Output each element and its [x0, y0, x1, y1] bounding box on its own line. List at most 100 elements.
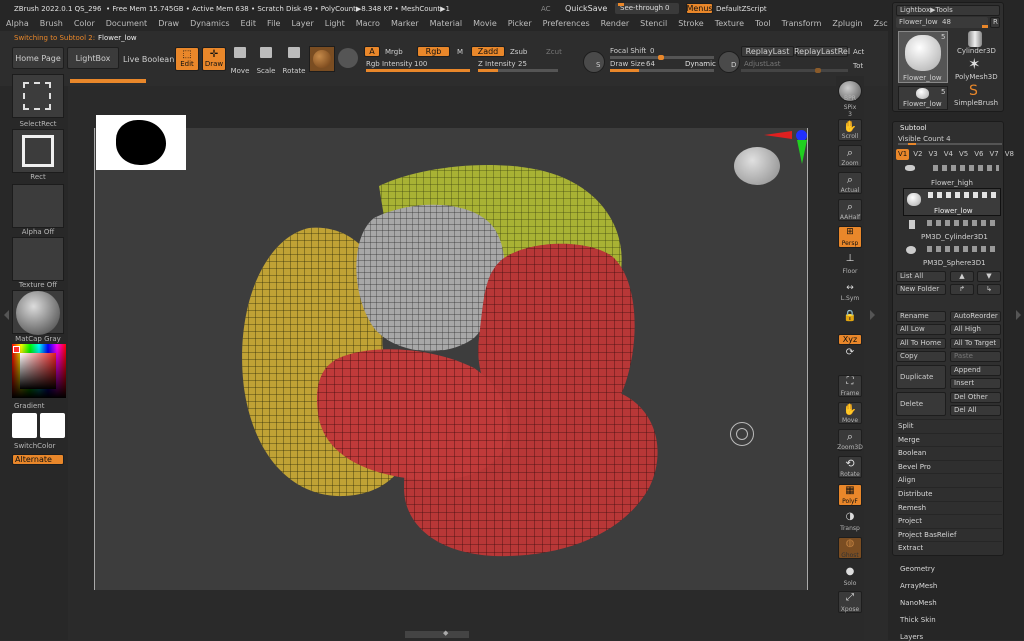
paste-button[interactable]: Paste	[950, 351, 1001, 362]
autoreorder-button[interactable]: AutoReorder	[950, 311, 1001, 322]
menu-item[interactable]: Preferences	[537, 17, 595, 31]
rgb-intensity-slider[interactable]	[366, 69, 470, 72]
version-tab[interactable]: V7	[988, 149, 1001, 160]
subtool-row-boolean[interactable]: Boolean	[896, 446, 1002, 458]
navigation-gizmo[interactable]	[734, 130, 807, 204]
subtool-row-extract[interactable]: Extract	[896, 541, 1002, 553]
duplicate-button[interactable]: Duplicate	[896, 365, 946, 389]
menu-item[interactable]: Brush	[34, 17, 68, 31]
move-folder-down-button[interactable]: ↳	[977, 284, 1001, 295]
m-button[interactable]: M	[457, 48, 463, 56]
menu-item[interactable]: Picker	[502, 17, 537, 31]
right-shelf-collapse-icon[interactable]	[870, 310, 875, 320]
menu-item[interactable]: File	[261, 17, 285, 31]
list-all-button[interactable]: List All	[896, 271, 946, 282]
subtool-title[interactable]: Subtool	[900, 124, 927, 132]
zadd-button[interactable]: Zadd	[471, 46, 505, 57]
tool-thumb-flower-low-2[interactable]: 5 Flower_low	[898, 86, 948, 110]
menu-item[interactable]: Draw	[152, 17, 184, 31]
color-picker[interactable]	[12, 344, 66, 398]
all-to-target-button[interactable]: All To Target	[950, 338, 1001, 349]
menu-item[interactable]: Light	[319, 17, 350, 31]
subtool-item-cylinder[interactable]: PM3D_Cylinder3D1	[903, 218, 1001, 242]
quicksave-button[interactable]: QuickSave	[565, 4, 607, 13]
menu-item[interactable]: Transform	[776, 17, 827, 31]
subtool-item-flower-high[interactable]: Flower_high	[903, 162, 1001, 187]
lightbox-button[interactable]: LightBox	[67, 47, 119, 69]
a-button[interactable]: A	[364, 46, 380, 57]
adjust-last-slider[interactable]	[741, 68, 848, 73]
version-tab[interactable]: V3	[927, 149, 940, 160]
tool-thumb-simplebrush[interactable]: S SimpleBrush	[952, 83, 1000, 110]
menus-button[interactable]: Menus	[686, 3, 713, 14]
tool-thumb-cylinder[interactable]: Cylinder3D	[952, 31, 1000, 57]
del-all-button[interactable]: Del All	[950, 405, 1001, 416]
version-tab[interactable]: V5	[957, 149, 970, 160]
subtool-row-project[interactable]: Project	[896, 514, 1002, 526]
rgb-button[interactable]: Rgb	[417, 46, 450, 57]
draw-button[interactable]: ✛ Draw	[202, 47, 226, 71]
main-color-swatch[interactable]	[12, 413, 37, 438]
scale-button[interactable]: Scale	[255, 47, 277, 75]
menu-item[interactable]: Dynamics	[184, 17, 234, 31]
home-page-button[interactable]: Home Page	[12, 47, 64, 69]
replay-last-rel-button[interactable]: ReplayLastRel	[794, 46, 850, 57]
version-tab[interactable]: V6	[972, 149, 985, 160]
del-other-button[interactable]: Del Other	[950, 392, 1001, 403]
insert-button[interactable]: Insert	[950, 378, 1001, 389]
menu-item[interactable]: Stroke	[672, 17, 709, 31]
move-button[interactable]: Move	[229, 47, 251, 75]
move-folder-up-button[interactable]: ↱	[950, 284, 974, 295]
version-tab[interactable]: V1	[896, 149, 910, 160]
menu-item[interactable]: Layer	[285, 17, 318, 31]
bottom-shelf-handle[interactable]: ◆	[405, 629, 469, 638]
menu-item[interactable]: Texture	[709, 17, 749, 31]
tool-thumb-polymesh[interactable]: ✶ PolyMesh3D	[952, 55, 1000, 83]
dynamic-preview-icon[interactable]	[718, 51, 740, 73]
focal-shift-slider[interactable]	[610, 55, 714, 60]
menu-item[interactable]: Stencil	[634, 17, 672, 31]
replay-last-button[interactable]: ReplayLast	[741, 46, 794, 57]
version-tab[interactable]: V4	[942, 149, 955, 160]
move-down-button[interactable]: ▼	[977, 271, 1001, 282]
left-shelf-collapse-icon[interactable]	[4, 310, 9, 320]
version-tab[interactable]: V8	[1003, 149, 1016, 160]
spotlight-icon[interactable]	[338, 48, 358, 68]
subpalette-thick-skin[interactable]: Thick Skin	[900, 616, 936, 624]
draw-size-slider[interactable]	[610, 69, 714, 72]
lock-button[interactable]: 🔒	[838, 309, 862, 331]
default-zscript-button[interactable]: DefaultZScript	[716, 5, 767, 13]
rotate-axis-button[interactable]: ⟳	[838, 347, 862, 373]
edit-button[interactable]: ⬚ Edit	[175, 47, 199, 71]
zsub-button[interactable]: Zsub	[510, 48, 527, 56]
subtool-item-sphere[interactable]: PM3D_Sphere3D1	[903, 244, 1001, 270]
zcut-button[interactable]: Zcut	[546, 48, 562, 56]
texture-button[interactable]	[12, 237, 64, 281]
rotate-button[interactable]: Rotate	[282, 47, 306, 75]
new-folder-button[interactable]: New Folder	[896, 284, 946, 295]
version-tab[interactable]: V2	[911, 149, 924, 160]
switch-color-button[interactable]: SwitchColor	[14, 442, 66, 450]
xyz-button[interactable]: Xyz	[838, 334, 862, 345]
subpalette-arraymesh[interactable]: ArrayMesh	[900, 582, 937, 590]
menu-item[interactable]: Marker	[385, 17, 424, 31]
all-low-button[interactable]: All Low	[896, 324, 946, 335]
menu-item[interactable]: Macro	[350, 17, 385, 31]
copy-button[interactable]: Copy	[896, 351, 946, 362]
menu-item[interactable]: Document	[100, 17, 152, 31]
menu-item[interactable]: Edit	[235, 17, 262, 31]
stroke-preview-icon[interactable]	[583, 51, 605, 73]
ac-label[interactable]: AC	[541, 5, 551, 13]
subtool-row-align[interactable]: Align	[896, 473, 1002, 485]
menu-item[interactable]: Movie	[467, 17, 502, 31]
subtool-row-merge[interactable]: Merge	[896, 432, 1002, 445]
lightbox-tools-button[interactable]: Lightbox▶Tools	[896, 5, 1000, 16]
mrgb-button[interactable]: Mrgb	[385, 48, 403, 56]
tool-thumb-flower-low[interactable]: 5 Flower_low	[898, 31, 948, 83]
subtool-row-bevel-pro[interactable]: Bevel Pro	[896, 459, 1002, 472]
alpha-button[interactable]	[12, 184, 64, 228]
menu-item[interactable]: Material	[424, 17, 468, 31]
append-button[interactable]: Append	[950, 365, 1001, 376]
r-button[interactable]: R	[990, 17, 1000, 28]
subtool-row-project-basrelief[interactable]: Project BasRelief	[896, 527, 1002, 540]
